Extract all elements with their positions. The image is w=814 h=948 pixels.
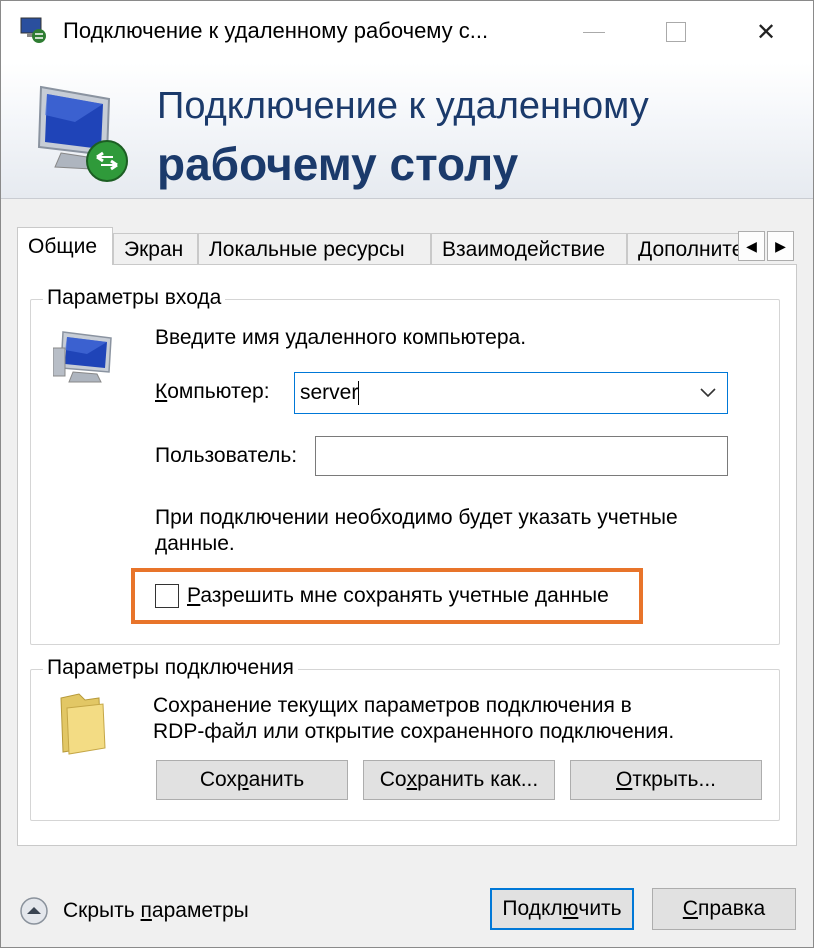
- save-button-text-post: анить: [248, 768, 305, 791]
- connection-desc-line2: RDP-файл или открытие сохраненного подкл…: [153, 720, 675, 743]
- tab-experience[interactable]: Взаимодействие: [431, 233, 627, 265]
- credentials-note-line1: При подключении необходимо будет указать…: [155, 506, 678, 529]
- connect-button[interactable]: Подкл ю чить: [490, 888, 634, 930]
- computer-label-accel: К: [155, 380, 168, 403]
- computer-icon: [53, 331, 112, 383]
- close-icon: ✕: [755, 18, 777, 46]
- tab-display[interactable]: Экран: [113, 233, 198, 265]
- window-title: Подключение к удаленному рабочему с...: [63, 18, 489, 43]
- tab-scroll-right-button[interactable]: ▶: [767, 231, 794, 261]
- computer-label-rest: омпьютер:: [167, 380, 270, 403]
- save-credentials-checkbox[interactable]: [155, 584, 179, 608]
- tab-advanced[interactable]: Дополнительно: [627, 233, 739, 265]
- minimize-icon: [583, 31, 605, 33]
- tab-strip: Общие Экран Локальные ресурсы Взаимодейс…: [17, 227, 739, 265]
- connection-settings-group: Параметры подключения Сохранение текущих…: [30, 656, 780, 821]
- open-button[interactable]: Открыть...: [570, 760, 762, 800]
- rdp-window: Подключение к удаленному рабочему с... ✕…: [0, 0, 814, 948]
- computer-instruction-text: Введите имя удаленного компьютера.: [155, 326, 527, 349]
- save-as-button[interactable]: Со х ранить как...: [363, 760, 555, 800]
- arrow-right-icon: ▶: [775, 237, 786, 254]
- maximize-button[interactable]: [631, 1, 721, 63]
- save-as-button-accel: х: [406, 768, 418, 791]
- connect-button-pre: Подкл: [502, 897, 563, 920]
- chevron-down-icon[interactable]: [697, 381, 719, 403]
- collapse-options-icon[interactable]: [19, 896, 49, 926]
- close-button[interactable]: ✕: [721, 1, 811, 63]
- open-button-text-post: ткрыть...: [632, 768, 716, 791]
- banner-title-line2: рабочему столу: [157, 138, 519, 190]
- save-button-accel: р: [236, 768, 249, 791]
- tab-scroll-left-button[interactable]: ◀: [738, 231, 765, 261]
- login-settings-legend: Параметры входа: [43, 286, 226, 310]
- connect-button-post: чить: [578, 897, 622, 920]
- user-input[interactable]: [315, 436, 728, 476]
- save-credentials-rest: азрешить мне сохранять учетные данные: [200, 584, 609, 607]
- computer-input-value: server: [300, 381, 359, 404]
- rdp-app-icon: [20, 17, 46, 43]
- header-banner: Подключение к удаленному рабочему столу: [1, 63, 813, 199]
- tab-local-resources[interactable]: Локальные ресурсы: [198, 233, 431, 265]
- hide-options-link[interactable]: Скрыть параметры: [63, 899, 249, 923]
- tab-general[interactable]: Общие: [17, 227, 113, 265]
- help-button-accel: С: [682, 897, 698, 920]
- open-button-accel: О: [616, 768, 633, 791]
- save-as-button-text-post: ранить как...: [417, 768, 539, 791]
- connection-desc-line1: Сохранение текущих параметров подключени…: [153, 694, 632, 717]
- banner-title-line1: Подключение к удаленному: [157, 85, 649, 127]
- computer-label: Компьютер:: [155, 380, 270, 404]
- maximize-icon: [666, 22, 686, 42]
- remote-desktop-monitor-icon: [37, 85, 128, 182]
- login-settings-group: Параметры входа Введите имя удаленного к…: [30, 286, 780, 645]
- hide-options-accel: п: [140, 899, 152, 922]
- folder-icon: [60, 693, 106, 755]
- save-credentials-label[interactable]: Разрешить мне сохранять учетные данные: [187, 584, 609, 608]
- text-cursor: [358, 381, 360, 405]
- user-label: Пользователь:: [155, 444, 298, 467]
- minimize-button[interactable]: [549, 1, 639, 63]
- arrow-left-icon: ◀: [746, 237, 757, 254]
- save-button-text-pre: Сох: [199, 768, 237, 791]
- title-bar: Подключение к удаленному рабочему с... ✕: [1, 1, 813, 63]
- save-button[interactable]: Сох р анить: [156, 760, 348, 800]
- hide-options-post: араметры: [151, 899, 249, 922]
- connect-button-accel: ю: [562, 897, 579, 920]
- help-button[interactable]: Справка: [652, 888, 796, 930]
- save-credentials-accel: Р: [187, 584, 201, 607]
- computer-combobox[interactable]: server: [294, 372, 728, 414]
- save-as-button-text-pre: Со: [379, 768, 407, 791]
- general-tab-panel: Параметры входа Введите имя удаленного к…: [17, 264, 797, 846]
- help-button-post: правка: [697, 897, 766, 920]
- hide-options-pre: Скрыть: [63, 899, 141, 922]
- credentials-note-line2: данные.: [155, 532, 235, 555]
- connection-settings-legend: Параметры подключения: [43, 656, 298, 680]
